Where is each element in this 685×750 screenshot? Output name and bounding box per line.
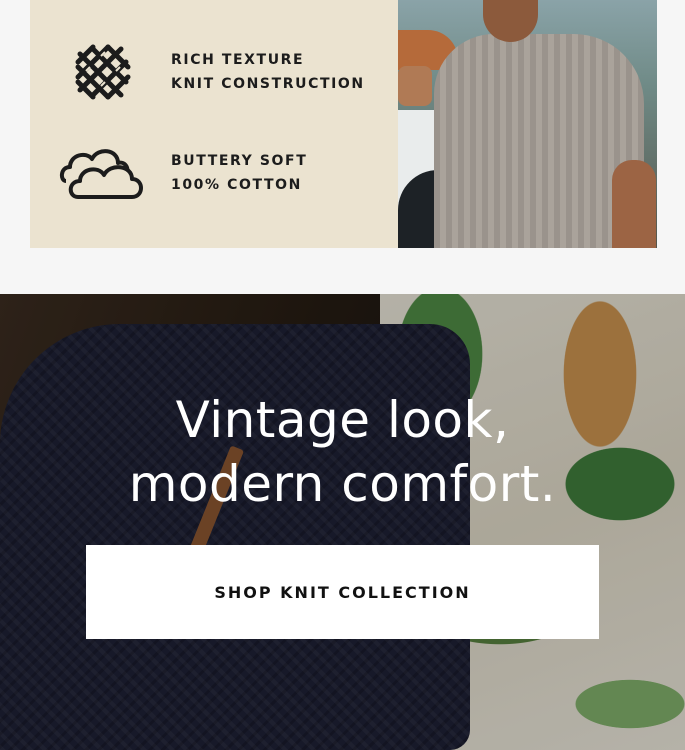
hero-headline-line-1: Vintage look, (175, 391, 510, 449)
feature-line-2: 100% COTTON (171, 177, 302, 193)
feature-item-texture: RICH TEXTURE KNIT CONSTRUCTION (58, 40, 388, 104)
feature-line-2: KNIT CONSTRUCTION (171, 76, 365, 92)
hero-overlay (0, 294, 685, 750)
feature-card: RICH TEXTURE KNIT CONSTRUCTION BUTTERY S… (30, 0, 657, 248)
feature-text-texture: RICH TEXTURE KNIT CONSTRUCTION (171, 48, 365, 96)
feature-list: RICH TEXTURE KNIT CONSTRUCTION BUTTERY S… (30, 0, 398, 248)
hero-banner: Vintage look, modern comfort. SHOP KNIT … (0, 294, 685, 750)
hero-headline: Vintage look, modern comfort. (0, 388, 685, 516)
shop-knit-collection-button[interactable]: SHOP KNIT COLLECTION (86, 545, 599, 639)
knit-texture-icon (58, 40, 148, 104)
feature-item-softness: BUTTERY SOFT 100% COTTON (58, 141, 388, 205)
feature-line-1: BUTTERY SOFT (171, 153, 308, 169)
cloud-icon (58, 141, 148, 205)
model-photo (398, 0, 657, 248)
hero-headline-line-2: modern comfort. (128, 455, 557, 513)
feature-line-1: RICH TEXTURE (171, 52, 305, 68)
feature-text-softness: BUTTERY SOFT 100% COTTON (171, 149, 307, 197)
